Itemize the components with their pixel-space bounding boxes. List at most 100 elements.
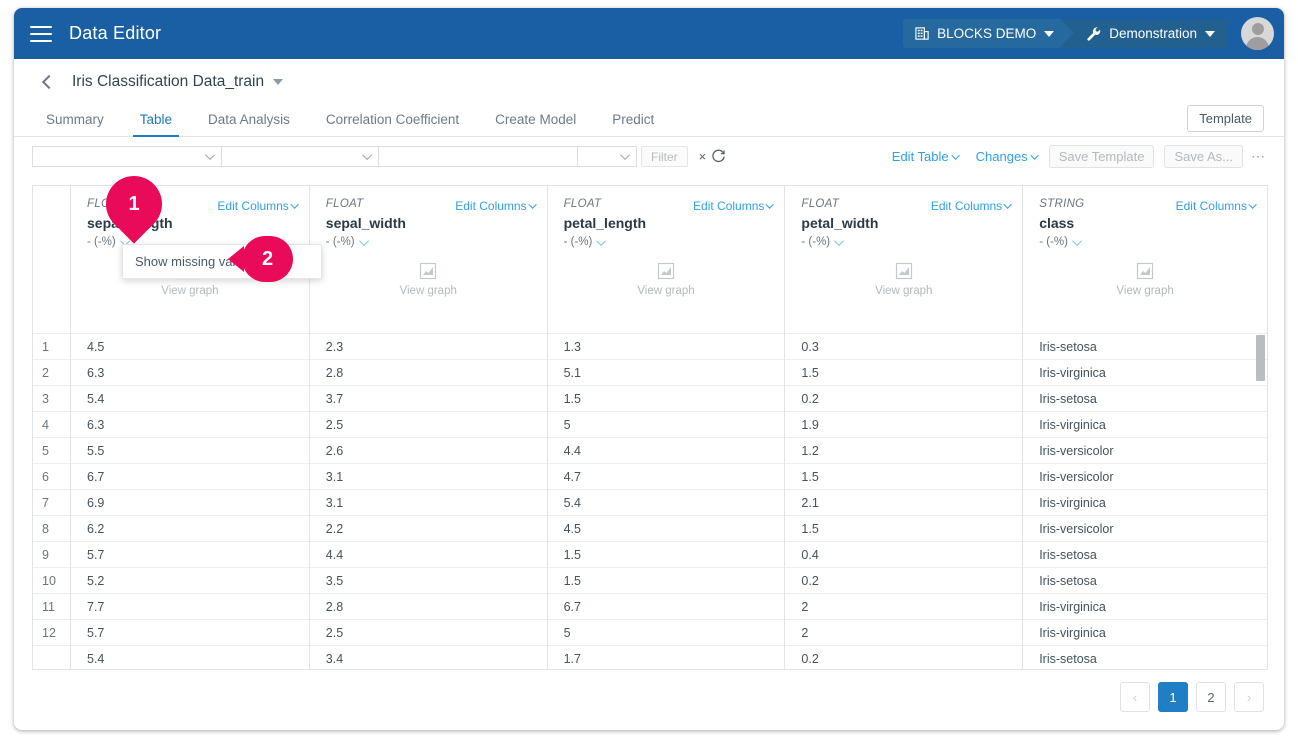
- table-cell[interactable]: Iris-virginica: [1023, 594, 1267, 620]
- filter-column-select[interactable]: [32, 146, 222, 167]
- table-cell[interactable]: 7.7: [71, 594, 309, 620]
- view-graph-button[interactable]: View graph: [785, 262, 1022, 297]
- table-cell[interactable]: Iris-virginica: [1023, 412, 1267, 438]
- more-options-icon[interactable]: ⋯: [1251, 148, 1266, 165]
- view-graph-button[interactable]: View graph: [548, 262, 785, 297]
- table-cell[interactable]: Iris-versicolor: [1023, 516, 1267, 542]
- pagination-prev[interactable]: ‹: [1120, 682, 1150, 712]
- tab-create-model[interactable]: Create Model: [495, 112, 576, 136]
- pagination-next[interactable]: ›: [1234, 682, 1264, 712]
- table-cell[interactable]: 4.5: [547, 516, 785, 542]
- table-cell[interactable]: 1.2: [785, 438, 1023, 464]
- table-cell[interactable]: 2.3: [309, 334, 547, 360]
- table-cell[interactable]: 5.1: [547, 360, 785, 386]
- table-cell[interactable]: Iris-setosa: [1023, 334, 1267, 360]
- table-cell[interactable]: 5.4: [547, 490, 785, 516]
- vertical-scrollbar[interactable]: [1256, 335, 1265, 381]
- table-cell[interactable]: Iris-virginica: [1023, 360, 1267, 386]
- hamburger-menu-icon[interactable]: [30, 25, 52, 42]
- avatar[interactable]: [1241, 17, 1274, 50]
- table-cell[interactable]: 2.5: [309, 620, 547, 646]
- caret-down-icon[interactable]: [273, 79, 284, 85]
- table-cell[interactable]: 2.5: [309, 412, 547, 438]
- pagination-page-2[interactable]: 2: [1196, 682, 1226, 712]
- table-cell[interactable]: Iris-setosa: [1023, 568, 1267, 594]
- tab-table[interactable]: Table: [132, 112, 180, 137]
- table-cell[interactable]: 3.1: [309, 490, 547, 516]
- tab-data-analysis[interactable]: Data Analysis: [208, 112, 290, 136]
- table-cell[interactable]: Iris-virginica: [1023, 490, 1267, 516]
- chevron-down-icon[interactable]: [358, 235, 369, 246]
- table-cell[interactable]: 2.1: [785, 490, 1023, 516]
- table-cell[interactable]: 4.7: [547, 464, 785, 490]
- table-cell[interactable]: 4.5: [71, 334, 309, 360]
- table-cell[interactable]: 3.1: [309, 464, 547, 490]
- table-cell[interactable]: 5.2: [71, 568, 309, 594]
- edit-columns-link[interactable]: Edit Columns: [217, 199, 299, 213]
- table-cell[interactable]: 6.2: [71, 516, 309, 542]
- chevron-left-icon[interactable]: [41, 74, 57, 90]
- table-cell[interactable]: 1.5: [785, 464, 1023, 490]
- save-template-button[interactable]: Save Template: [1048, 145, 1155, 168]
- save-as-button[interactable]: Save As...: [1164, 145, 1243, 168]
- filter-value-input[interactable]: [378, 146, 578, 167]
- table-cell[interactable]: 6.3: [71, 360, 309, 386]
- tab-predict[interactable]: Predict: [612, 112, 654, 136]
- edit-columns-link[interactable]: Edit Columns: [931, 199, 1013, 213]
- table-cell[interactable]: 1.5: [547, 386, 785, 412]
- chevron-down-icon[interactable]: [834, 235, 845, 246]
- table-cell[interactable]: 2.2: [309, 516, 547, 542]
- table-cell[interactable]: 4.4: [547, 438, 785, 464]
- tab-summary[interactable]: Summary: [46, 112, 104, 136]
- table-cell[interactable]: 6.7: [547, 594, 785, 620]
- filter-condition-select[interactable]: [577, 146, 637, 167]
- table-cell[interactable]: 2.6: [309, 438, 547, 464]
- table-cell[interactable]: 1.5: [785, 360, 1023, 386]
- template-button[interactable]: Template: [1187, 105, 1264, 132]
- table-cell[interactable]: 5.4: [71, 646, 309, 669]
- table-cell[interactable]: 0.4: [785, 542, 1023, 568]
- table-cell[interactable]: 0.2: [785, 386, 1023, 412]
- table-cell[interactable]: 2: [785, 620, 1023, 646]
- refresh-icon[interactable]: [711, 149, 726, 164]
- filter-button[interactable]: Filter: [641, 146, 688, 167]
- pagination-page-1[interactable]: 1: [1158, 682, 1188, 712]
- table-cell[interactable]: 3.4: [310, 646, 547, 669]
- table-cell[interactable]: 1.9: [785, 412, 1023, 438]
- clear-filter-icon[interactable]: ×: [699, 149, 707, 164]
- table-cell[interactable]: 2.8: [309, 360, 547, 386]
- table-cell[interactable]: Iris-versicolor: [1023, 438, 1267, 464]
- table-cell[interactable]: 5: [547, 620, 785, 646]
- chevron-down-icon[interactable]: [596, 235, 607, 246]
- table-cell[interactable]: Iris-setosa: [1023, 542, 1267, 568]
- table-cell[interactable]: 5.7: [71, 542, 309, 568]
- table-cell[interactable]: 1.5: [547, 542, 785, 568]
- edit-columns-link[interactable]: Edit Columns: [455, 199, 537, 213]
- table-cell[interactable]: 5.4: [71, 386, 309, 412]
- table-cell[interactable]: 2.8: [309, 594, 547, 620]
- table-cell[interactable]: 0.3: [785, 334, 1023, 360]
- view-graph-button[interactable]: View graph: [310, 262, 547, 297]
- tab-correlation-coefficient[interactable]: Correlation Coefficient: [326, 112, 459, 136]
- table-cell[interactable]: 0.2: [785, 568, 1023, 594]
- table-cell[interactable]: Iris-setosa: [1023, 386, 1267, 412]
- table-cell[interactable]: 6.7: [71, 464, 309, 490]
- view-graph-button[interactable]: View graph: [1023, 262, 1267, 297]
- table-cell[interactable]: 2: [785, 594, 1023, 620]
- table-cell[interactable]: 0.2: [785, 646, 1022, 669]
- table-cell[interactable]: 1.5: [547, 568, 785, 594]
- table-cell[interactable]: 4.4: [309, 542, 547, 568]
- table-cell[interactable]: Iris-versicolor: [1023, 464, 1267, 490]
- table-cell[interactable]: 5.5: [71, 438, 309, 464]
- chevron-down-icon[interactable]: [1072, 235, 1082, 246]
- edit-columns-link[interactable]: Edit Columns: [1176, 199, 1257, 213]
- table-cell[interactable]: 6.3: [71, 412, 309, 438]
- table-cell[interactable]: 5.7: [71, 620, 309, 646]
- table-cell[interactable]: 6.9: [71, 490, 309, 516]
- table-cell[interactable]: 1.5: [785, 516, 1023, 542]
- table-cell[interactable]: 3.7: [309, 386, 547, 412]
- table-cell[interactable]: 1.7: [548, 646, 785, 669]
- table-cell[interactable]: 3.5: [309, 568, 547, 594]
- edit-table-menu[interactable]: Edit Table: [892, 149, 960, 164]
- table-cell[interactable]: 1.3: [547, 334, 785, 360]
